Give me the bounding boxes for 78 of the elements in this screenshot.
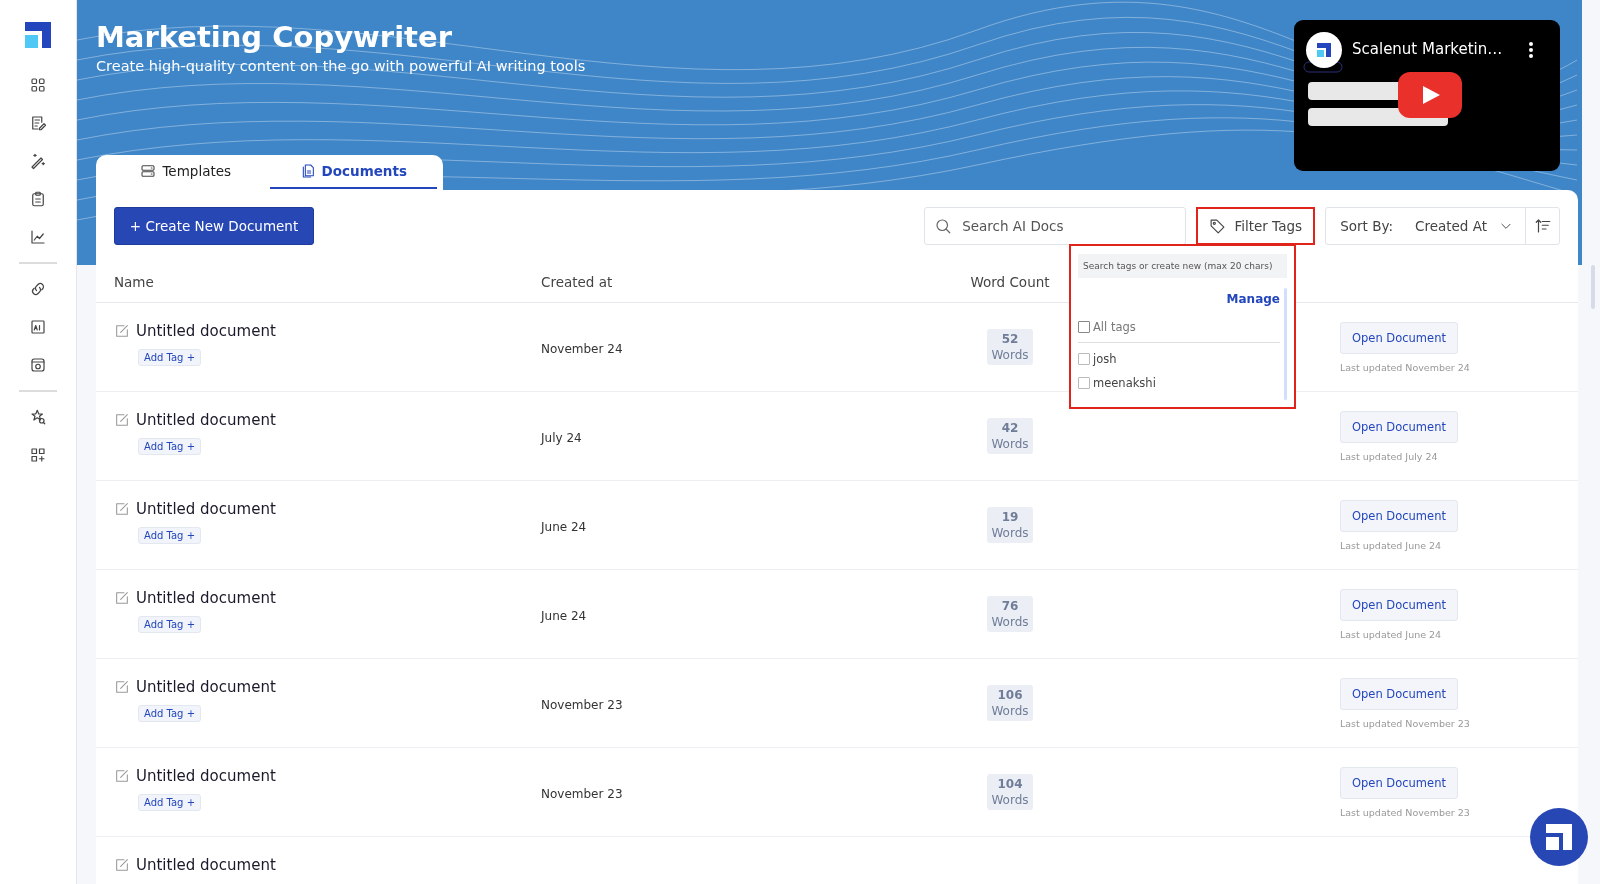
- edit-document-icon: [114, 323, 130, 339]
- link-icon: [29, 280, 47, 298]
- created-date: July 24: [541, 430, 582, 445]
- edit-document-icon: [114, 412, 130, 428]
- video-title: Scalenut Marketin…: [1352, 40, 1503, 58]
- edit-document-icon: [114, 857, 130, 873]
- word-count-badge: 76 Words: [987, 596, 1033, 632]
- document-name[interactable]: Untitled document: [136, 856, 276, 874]
- page-title: Marketing Copywriter: [96, 20, 453, 54]
- document-edit-icon: [29, 114, 47, 132]
- word-count-badge: 106 Words: [987, 685, 1033, 721]
- open-document-button[interactable]: Open Document: [1340, 766, 1458, 799]
- manage-link[interactable]: Manage: [1226, 292, 1280, 306]
- page-subtitle: Create high-quality content on the go with powerful AI writing tools: [96, 58, 586, 74]
- open-document-button[interactable]: Open Document: [1340, 677, 1458, 710]
- add-apps-icon: [29, 446, 47, 464]
- last-updated-text: Last updated November 24: [1340, 361, 1470, 373]
- word-count-badge: 42 Words: [987, 418, 1033, 454]
- sort-icon: [1533, 217, 1552, 235]
- created-date: November 24: [541, 341, 623, 356]
- column-header: Created at: [541, 274, 614, 290]
- tag-search-field[interactable]: Search tags or create new (max 20 chars): [1078, 254, 1287, 278]
- filter-tags-button[interactable]: Filter Tags: [1196, 207, 1316, 245]
- open-document-button[interactable]: Open Document: [1340, 321, 1458, 354]
- grid-icon: [29, 76, 47, 94]
- last-updated-text: Last updated November 23: [1340, 806, 1470, 818]
- logo-icon: [1546, 824, 1572, 850]
- word-count-badge: 104 Words: [987, 774, 1033, 810]
- created-date: June 24: [541, 519, 587, 534]
- create-document-button[interactable]: + Create New Document: [114, 207, 314, 245]
- add-tag-button[interactable]: Add Tag +: [138, 349, 202, 366]
- search-field[interactable]: Search AI Docs: [924, 207, 1187, 245]
- logo-icon[interactable]: [25, 22, 51, 48]
- last-updated-text: Last updated June 24: [1340, 539, 1442, 551]
- play-icon[interactable]: [1398, 72, 1462, 118]
- line-chart-icon: [29, 228, 47, 246]
- clipboard-icon: [29, 190, 47, 208]
- edit-document-icon: [114, 768, 130, 784]
- search-icon: [934, 217, 953, 235]
- edit-document-icon: [114, 679, 130, 695]
- edit-document-icon: [114, 501, 130, 517]
- document-name[interactable]: Untitled document: [136, 589, 276, 607]
- word-count-badge: 19 Words: [987, 507, 1033, 543]
- channel-logo-icon: [1306, 32, 1342, 68]
- last-updated-text: Last updated July 24: [1340, 450, 1438, 462]
- last-updated-text: Last updated June 24: [1340, 628, 1442, 640]
- server-icon: [140, 163, 157, 179]
- column-header: Name: [114, 274, 155, 290]
- created-date: June 24: [541, 608, 587, 623]
- document-name[interactable]: Untitled document: [136, 678, 276, 696]
- created-date: November 23: [541, 786, 623, 801]
- column-header: Word Count: [969, 274, 1051, 290]
- search-star-icon: [29, 408, 47, 426]
- word-count-badge: 52 Words: [987, 329, 1033, 365]
- tag-checkbox[interactable]: All tags: [1078, 320, 1280, 343]
- ai-image-icon: [29, 318, 47, 336]
- last-updated-text: Last updated November 23: [1340, 717, 1470, 729]
- open-document-button[interactable]: Open Document: [1340, 499, 1458, 532]
- edit-document-icon: [114, 590, 130, 606]
- document-name[interactable]: Untitled document: [136, 322, 276, 340]
- tag-checkbox[interactable]: josh: [1078, 352, 1280, 366]
- add-tag-button[interactable]: Add Tag +: [138, 705, 202, 722]
- browser-icon: [29, 356, 47, 374]
- magic-wand-icon: [29, 152, 47, 170]
- open-document-button[interactable]: Open Document: [1340, 588, 1458, 621]
- document-name[interactable]: Untitled document: [136, 767, 276, 785]
- add-tag-button[interactable]: Add Tag +: [138, 794, 202, 811]
- more-icon[interactable]: [1528, 42, 1534, 58]
- add-tag-button[interactable]: Add Tag +: [138, 527, 202, 544]
- tab[interactable]: Templates: [102, 155, 270, 189]
- open-document-button[interactable]: Open Document: [1340, 410, 1458, 443]
- add-tag-button[interactable]: Add Tag +: [138, 438, 202, 455]
- add-tag-button[interactable]: Add Tag +: [138, 616, 202, 633]
- document-name[interactable]: Untitled document: [136, 500, 276, 518]
- tag-checkbox[interactable]: meenakshi: [1078, 376, 1280, 390]
- created-date: November 23: [541, 697, 623, 712]
- tag-icon: [1209, 217, 1227, 235]
- document-name[interactable]: Untitled document: [136, 411, 276, 429]
